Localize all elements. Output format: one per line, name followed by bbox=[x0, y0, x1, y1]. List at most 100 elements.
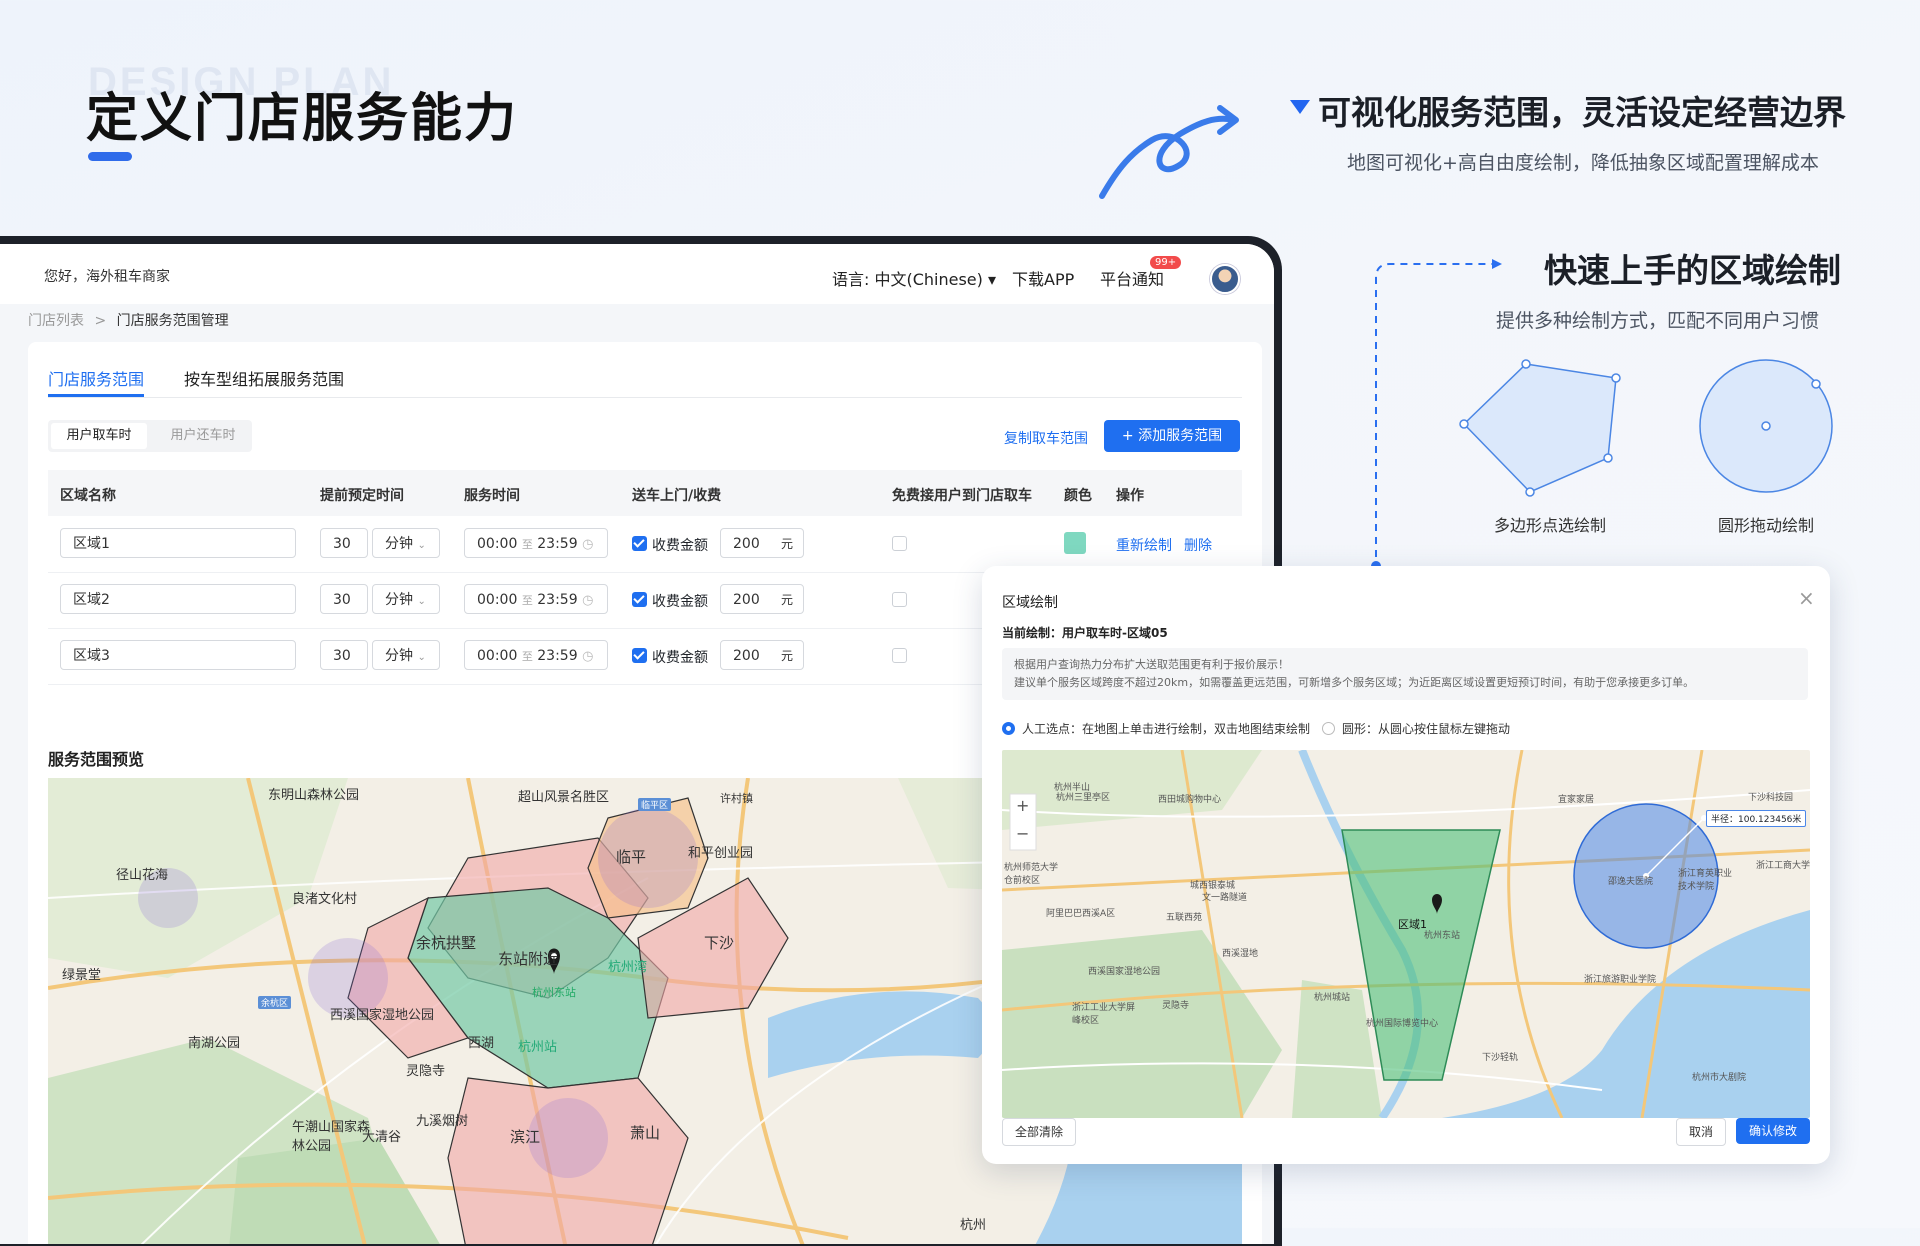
start-time: 00:00 bbox=[477, 648, 518, 664]
drawing-map[interactable]: + − 半径：100.123456米 区域1 杭州半山 杭州三里亭区 西田城购物… bbox=[1002, 750, 1810, 1118]
fee-label: 收费金额 bbox=[652, 594, 708, 610]
clock-icon: ◷ bbox=[582, 537, 594, 552]
greeting: 您好，海外租车商家 bbox=[44, 269, 170, 285]
map-label: 宜家家居 bbox=[1558, 795, 1595, 805]
advance-time-input[interactable]: 30 bbox=[320, 584, 368, 614]
fee-input[interactable]: 200 元 bbox=[720, 640, 804, 670]
tip-line: 建议单个服务区域跨度不超过20km，如需覆盖更远范围，可新增多个服务区域；为近距… bbox=[1014, 676, 1695, 689]
drawing-map-canvas bbox=[1002, 750, 1810, 1118]
map-label: 西溪国家湿地公园 bbox=[1088, 967, 1161, 977]
map-label: 灵隐寺 bbox=[406, 1064, 446, 1079]
language-dropdown[interactable]: 语言: 中文(Chinese) ▾ bbox=[832, 266, 996, 290]
tab-divider bbox=[48, 397, 1242, 398]
manual-point-radio[interactable] bbox=[1002, 722, 1015, 735]
circle-draw-icon bbox=[1699, 359, 1833, 493]
start-time: 00:00 bbox=[477, 592, 518, 608]
tip-line: 根据用户查询热力分布扩大送取范围更有利于报价展示！ bbox=[1014, 658, 1289, 671]
service-time-range[interactable]: 00:00 至 23:59 ◷ bbox=[464, 584, 608, 614]
map-label: 大清谷 bbox=[362, 1130, 402, 1145]
redraw-link[interactable]: 重新绘制 bbox=[1116, 535, 1172, 555]
end-time: 23:59 bbox=[537, 648, 578, 664]
advance-time-input[interactable]: 30 bbox=[320, 528, 368, 558]
map-label: 九溪烟树 bbox=[416, 1114, 469, 1129]
map-label: 杭州湾 bbox=[608, 960, 648, 975]
breadcrumb-current: 门店服务范围管理 bbox=[116, 313, 229, 329]
map-label: 西湖 bbox=[468, 1036, 495, 1051]
zone-color-swatch[interactable] bbox=[1064, 532, 1086, 554]
map-label: 滨江 bbox=[510, 1128, 541, 1146]
map-label: 下沙轻轨 bbox=[1482, 1053, 1519, 1063]
end-time: 23:59 bbox=[537, 536, 578, 552]
avatar[interactable] bbox=[1210, 264, 1240, 294]
tab-vehicle-group-range[interactable]: 按车型组拓展服务范围 bbox=[184, 366, 344, 390]
range-separator: 至 bbox=[521, 650, 533, 663]
time-unit-value: 分钟 bbox=[385, 592, 413, 608]
map-label: 杭州师范大学仓前校区 bbox=[1004, 863, 1059, 886]
map-label: 许村镇 bbox=[720, 792, 753, 805]
delivery-fee-checkbox[interactable] bbox=[632, 648, 647, 663]
free-pickup-checkbox[interactable] bbox=[892, 648, 907, 663]
free-pickup-checkbox[interactable] bbox=[892, 592, 907, 607]
tab-store-service-range[interactable]: 门店服务范围 bbox=[48, 366, 144, 390]
close-icon[interactable]: × bbox=[1798, 586, 1815, 610]
map-label: 萧山 bbox=[630, 1124, 661, 1142]
map-label: 午潮山国家森林公园 bbox=[292, 1120, 371, 1154]
confirm-button[interactable]: 确认修改 bbox=[1736, 1118, 1810, 1144]
circle-draw-label: 圆形拖动绘制 bbox=[1718, 516, 1815, 535]
delivery-fee-checkbox[interactable] bbox=[632, 592, 647, 607]
map-label: 临平 bbox=[616, 848, 647, 866]
breadcrumb-parent[interactable]: 门店列表 bbox=[28, 313, 84, 329]
map-label: 下沙科技园 bbox=[1748, 793, 1794, 803]
add-service-range-button[interactable]: + 添加服务范围 bbox=[1104, 420, 1240, 452]
zone-name-input[interactable]: 区域1 bbox=[60, 528, 296, 558]
fee-input[interactable]: 200 元 bbox=[720, 528, 804, 558]
zone-name-input[interactable]: 区域2 bbox=[60, 584, 296, 614]
zone-name-input[interactable]: 区域3 bbox=[60, 640, 296, 670]
advance-time-input[interactable]: 30 bbox=[320, 640, 368, 670]
zoom-out-button[interactable]: − bbox=[1016, 824, 1029, 843]
radius-tooltip: 半径：100.123456米 bbox=[1706, 810, 1807, 827]
language-label: 语言: 中文(Chinese) bbox=[832, 270, 983, 289]
service-time-range[interactable]: 00:00 至 23:59 ◷ bbox=[464, 528, 608, 558]
map-label: 西溪国家湿地公园 bbox=[330, 1008, 435, 1023]
feature1-subtitle: 地图可视化+高自由度绘制，降低抽象区域配置理解成本 bbox=[1347, 152, 1819, 174]
map-label: 邵逸夫医院 bbox=[1608, 877, 1654, 887]
free-pickup-checkbox[interactable] bbox=[892, 536, 907, 551]
cancel-button[interactable]: 取消 bbox=[1676, 1118, 1726, 1146]
time-unit-select[interactable]: 分钟 ⌄ bbox=[372, 640, 440, 670]
pickup-return-toggle: 用户取车时 用户还车时 bbox=[48, 420, 252, 452]
clear-all-button[interactable]: 全部清除 bbox=[1002, 1118, 1076, 1146]
time-unit-value: 分钟 bbox=[385, 648, 413, 664]
map-label: 西田城购物中心 bbox=[1158, 795, 1222, 805]
map-label: 灵隐寺 bbox=[1162, 1001, 1190, 1011]
notice-badge: 99+ bbox=[1150, 256, 1182, 269]
current-drawing: 当前绘制：用户取车时-区域05 bbox=[1002, 626, 1168, 640]
segment-pickup[interactable]: 用户取车时 bbox=[51, 423, 147, 449]
copy-pickup-range-link[interactable]: 复制取车范围 bbox=[1004, 428, 1088, 448]
fee-input[interactable]: 200 元 bbox=[720, 584, 804, 614]
platform-notice-link[interactable]: 平台通知 bbox=[1100, 266, 1164, 290]
fee-value: 200 bbox=[733, 592, 760, 608]
circle-radio[interactable] bbox=[1322, 722, 1335, 735]
caret-down-icon: ▾ bbox=[987, 270, 997, 289]
currency-label: 元 bbox=[780, 593, 793, 607]
download-app-link[interactable]: 下载APP bbox=[1012, 266, 1074, 290]
chevron-down-icon: ⌄ bbox=[417, 540, 426, 551]
time-unit-select[interactable]: 分钟 ⌄ bbox=[372, 528, 440, 558]
delete-link[interactable]: 删除 bbox=[1184, 535, 1212, 555]
service-time-range[interactable]: 00:00 至 23:59 ◷ bbox=[464, 640, 608, 670]
map-label: 西溪湿地 bbox=[1222, 949, 1259, 959]
map-label: 杭州国际博览中心 bbox=[1366, 1019, 1439, 1029]
zoom-in-button[interactable]: + bbox=[1016, 796, 1029, 815]
map-label: 杭州站 bbox=[518, 1040, 558, 1055]
page-title: 定义门店服务能力 bbox=[86, 89, 519, 149]
clock-icon: ◷ bbox=[582, 649, 594, 664]
map-label: 绿景堂 bbox=[62, 968, 102, 983]
map-label: 和平创业园 bbox=[688, 846, 754, 861]
delivery-fee-checkbox[interactable] bbox=[632, 536, 647, 551]
map-label: 余杭拱墅 bbox=[416, 934, 477, 952]
segment-return[interactable]: 用户还车时 bbox=[158, 423, 248, 449]
time-unit-select[interactable]: 分钟 ⌄ bbox=[372, 584, 440, 614]
map-label: 南湖公园 bbox=[188, 1036, 241, 1051]
fee-value: 200 bbox=[733, 536, 760, 552]
